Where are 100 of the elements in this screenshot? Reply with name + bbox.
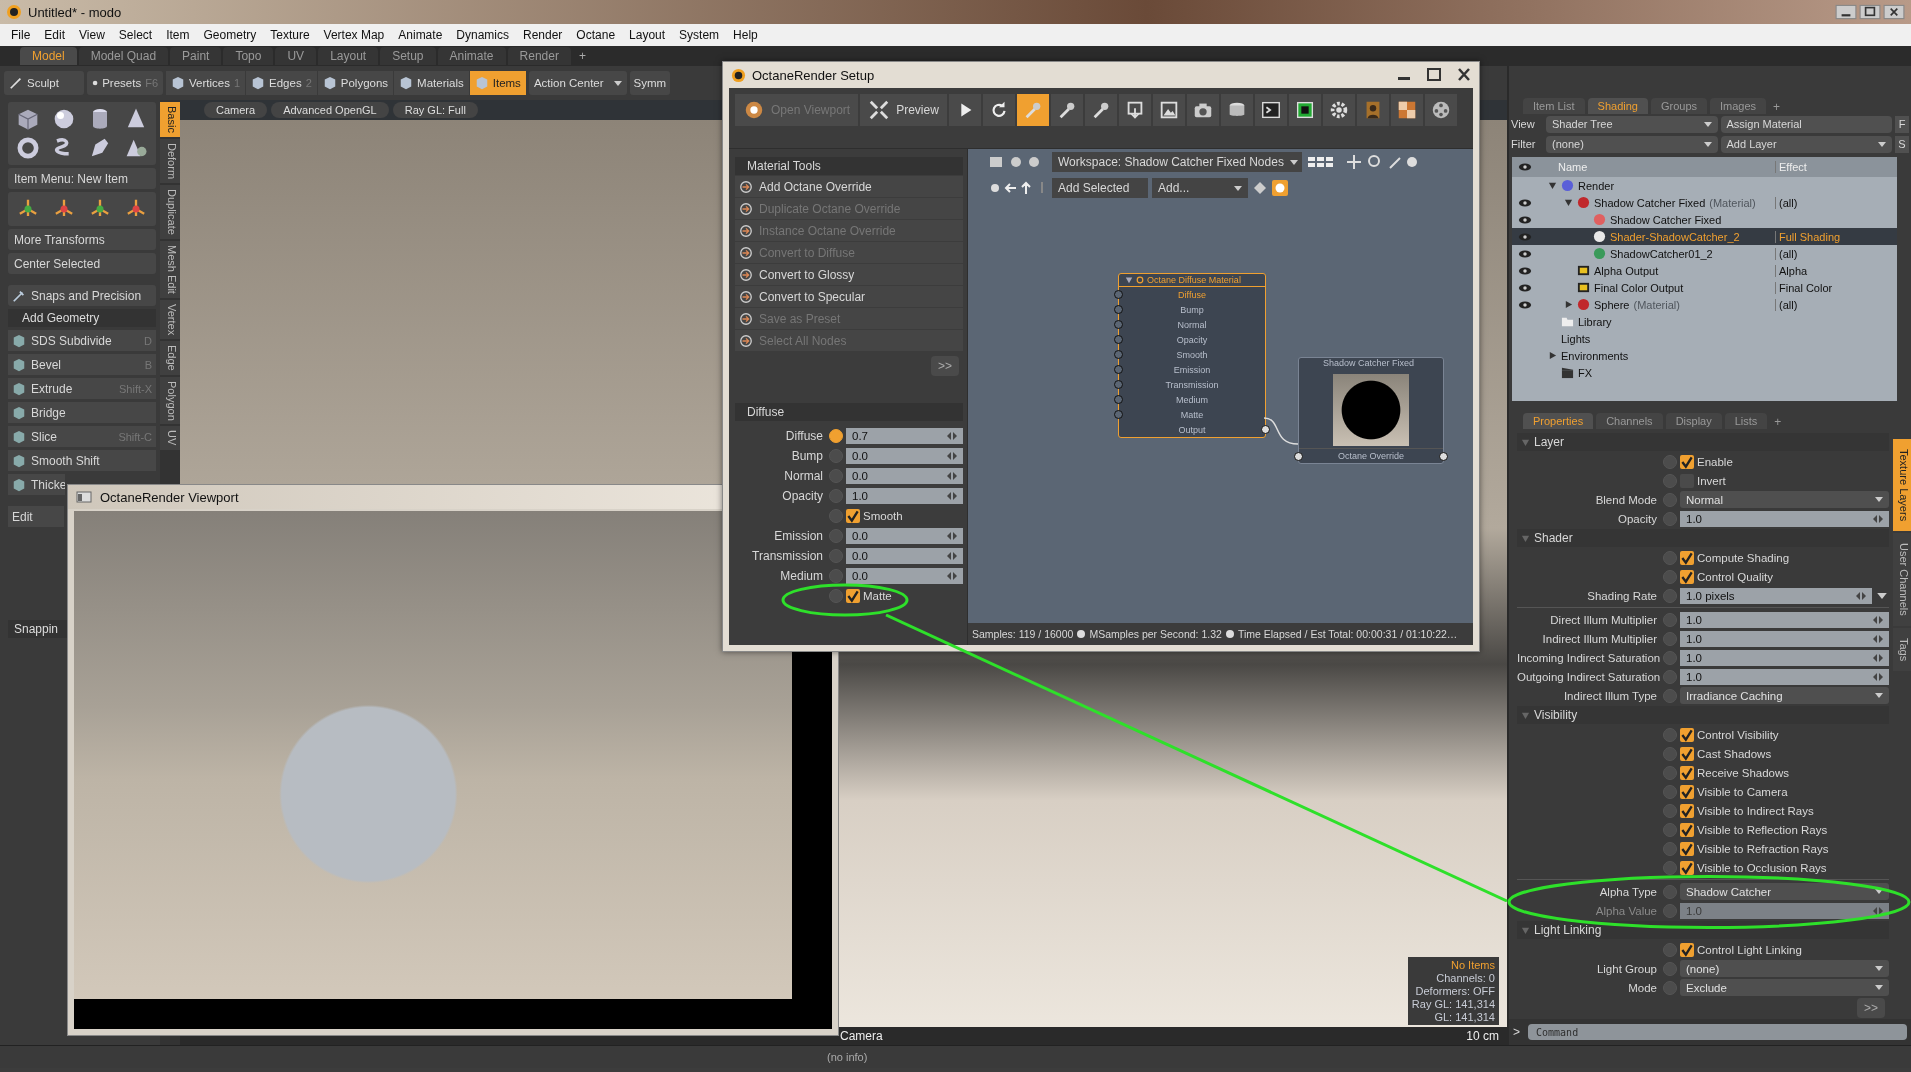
toolbar-button[interactable] [982, 94, 1015, 126]
vertical-tab[interactable]: Edge [160, 340, 180, 375]
layout-tab[interactable]: Topo [223, 47, 274, 65]
section-header[interactable]: Visibility [1517, 706, 1889, 724]
number-field[interactable]: 0.0 [846, 547, 963, 564]
layout-tab[interactable]: Paint [170, 47, 222, 65]
channel-dot[interactable] [1663, 841, 1677, 856]
material-tool-button[interactable]: Convert to Specular [735, 286, 963, 307]
vertical-tab[interactable]: Tags [1893, 627, 1911, 672]
eye-icon[interactable] [1518, 231, 1532, 242]
layout-tab[interactable]: Model Quad [78, 47, 169, 65]
input-pin[interactable] [1114, 380, 1123, 389]
panel-tab[interactable]: Display [1665, 413, 1722, 429]
toolbar-button[interactable] [1084, 94, 1117, 126]
tree-row[interactable]: Environments [1512, 347, 1897, 364]
layout-tab[interactable]: Render [507, 47, 571, 65]
vertical-tab[interactable]: Duplicate [160, 184, 180, 239]
add-tab-button[interactable]: + [1770, 415, 1786, 429]
dropdown[interactable]: Irradiance Caching [1680, 687, 1889, 704]
toolbar-button[interactable] [1118, 94, 1151, 126]
maximize-icon[interactable] [1859, 4, 1881, 20]
channel-dot[interactable] [1663, 688, 1677, 703]
number-field[interactable]: 1.0 [1680, 510, 1889, 527]
checkbox[interactable] [1680, 822, 1694, 837]
layout-tab[interactable]: Animate [437, 47, 506, 65]
toolbar-button[interactable] [1254, 94, 1287, 126]
selection-mode-button[interactable]: Materials [394, 71, 469, 95]
diamond-icon[interactable] [1252, 180, 1268, 196]
expand-arrow-icon[interactable] [1548, 181, 1557, 190]
number-field[interactable]: 0.0 [846, 467, 963, 484]
toolbar-button[interactable] [1322, 94, 1355, 126]
panel-tab[interactable]: Groups [1650, 98, 1708, 114]
tree-row[interactable]: ShadowCatcher01_2 (all) [1512, 245, 1897, 262]
tree-row[interactable]: Lights [1512, 330, 1897, 347]
menu-item[interactable]: Dynamics [449, 28, 516, 42]
menu-item[interactable]: Item [159, 28, 197, 42]
number-field[interactable]: 1.0 pixels [1680, 587, 1872, 604]
checkbox[interactable] [1680, 765, 1694, 780]
tool-button[interactable]: Bridge [8, 402, 156, 423]
checkbox[interactable] [1680, 841, 1694, 856]
material-tool-button[interactable]: Convert to Glossy [735, 264, 963, 285]
panel-tab[interactable]: Shading [1587, 98, 1648, 114]
input-pin[interactable] [1114, 335, 1123, 344]
output-pin[interactable] [1439, 451, 1448, 461]
tree-row[interactable]: Shadow Catcher Fixed (Material) (all) [1512, 194, 1897, 211]
vertical-tab[interactable]: Vertex [160, 299, 180, 339]
number-field[interactable]: 0.0 [846, 527, 963, 544]
layout-grid-icon[interactable] [1306, 154, 1336, 170]
snaps-button[interactable]: Snaps and Precision [8, 285, 156, 306]
panel-tab[interactable]: Lists [1724, 413, 1768, 429]
menu-item[interactable]: File [4, 28, 38, 42]
menu-item[interactable]: Texture [263, 28, 317, 42]
eye-icon[interactable] [1518, 197, 1532, 208]
vertical-tab[interactable]: Deform [160, 138, 180, 183]
channel-dot[interactable] [1663, 650, 1677, 665]
channel-dot[interactable] [1663, 588, 1677, 603]
input-pin[interactable] [1114, 395, 1123, 404]
shortcut-button[interactable]: S [1895, 135, 1909, 153]
toolbar-button[interactable] [948, 94, 981, 126]
channel-dot[interactable] [1663, 612, 1677, 627]
channel-dot[interactable] [1663, 784, 1677, 799]
texture-link-dot[interactable] [829, 428, 843, 443]
channel-dot[interactable] [1663, 569, 1677, 584]
menu-item[interactable]: System [672, 28, 727, 42]
edit-button[interactable]: Edit [8, 506, 64, 527]
toolbar-button[interactable] [1152, 94, 1185, 126]
channel-dot[interactable] [1663, 903, 1677, 918]
input-pin[interactable] [1114, 320, 1123, 329]
tree-row[interactable]: Render [1512, 177, 1897, 194]
menu-item[interactable]: Select [111, 28, 160, 42]
dropdown[interactable]: Exclude [1680, 979, 1889, 996]
channel-dot[interactable] [1663, 727, 1677, 742]
tool-button[interactable]: Smooth Shift [8, 450, 156, 471]
section-header[interactable]: Snappin [8, 620, 68, 638]
sculpt-button[interactable]: Sculpt [4, 71, 84, 95]
checkbox[interactable] [1680, 746, 1694, 761]
channel-dot[interactable] [1663, 511, 1677, 526]
tree-row[interactable]: Alpha Output Alpha [1512, 262, 1897, 279]
circle-toggle-icon[interactable] [1272, 180, 1288, 196]
add-selected-button[interactable]: Add Selected [1052, 178, 1148, 198]
channel-dot[interactable] [1663, 473, 1677, 488]
eye-icon[interactable] [1518, 299, 1532, 310]
menu-item[interactable]: Geometry [196, 28, 264, 42]
viewport-option-button[interactable]: Advanced OpenGL [271, 102, 389, 118]
number-field[interactable]: 0.7 [846, 427, 963, 444]
vertical-tab[interactable]: Texture Layers [1893, 439, 1911, 532]
menu-item[interactable]: Help [726, 28, 765, 42]
number-field[interactable]: 1.0 [1680, 630, 1889, 647]
section-header[interactable]: Material Tools [735, 157, 963, 175]
number-field[interactable]: 0.0 [846, 567, 963, 584]
vertical-tab[interactable]: Basic [160, 102, 180, 137]
channel-dot[interactable] [1663, 884, 1677, 899]
vertical-tab[interactable]: Mesh Edit [160, 240, 180, 298]
number-field[interactable]: 1.0 [1680, 611, 1889, 628]
filter-dropdown[interactable]: (none) [1546, 135, 1718, 153]
menu-item[interactable]: Edit [37, 28, 73, 42]
checkbox[interactable] [846, 508, 860, 523]
vertical-tab[interactable]: User Channels [1893, 533, 1911, 626]
transform-dropdown[interactable]: Center Selected [8, 253, 156, 274]
shortcut-button[interactable]: F [1895, 115, 1909, 133]
